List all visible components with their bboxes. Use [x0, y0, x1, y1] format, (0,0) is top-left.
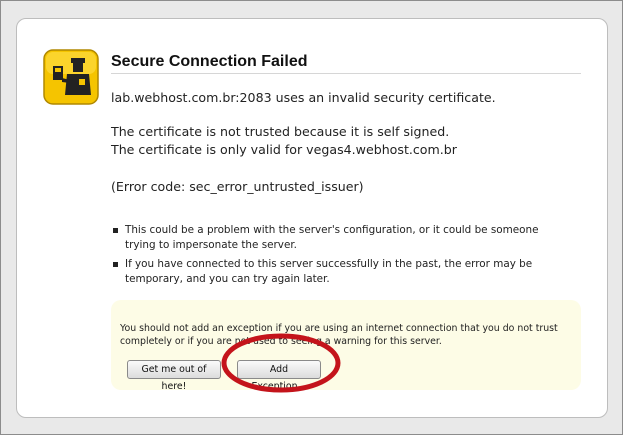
window-frame: Secure Connection Failed lab.webhost.com… — [0, 0, 623, 435]
get-me-out-button[interactable]: Get me out of here! — [127, 360, 221, 392]
certificate-details: The certificate is not trusted because i… — [111, 123, 457, 159]
list-item-text: This could be a problem with the server'… — [125, 224, 539, 251]
invalid-certificate-text: lab.webhost.com.br:2083 uses an invalid … — [111, 90, 496, 105]
title-divider — [111, 73, 581, 74]
explanation-list: This could be a problem with the server'… — [111, 223, 551, 291]
square-bullet-icon — [113, 228, 118, 233]
square-bullet-icon — [113, 262, 118, 267]
only-valid-text: The certificate is only valid for vegas4… — [111, 142, 457, 157]
exception-warning-box: You should not add an exception if you a… — [111, 300, 581, 392]
security-officer-icon — [43, 49, 99, 105]
page-title: Secure Connection Failed — [111, 53, 308, 70]
list-item: If you have connected to this server suc… — [111, 257, 551, 287]
error-panel: Secure Connection Failed lab.webhost.com… — [16, 18, 608, 418]
list-item-text: If you have connected to this server suc… — [125, 258, 533, 285]
list-item: This could be a problem with the server'… — [111, 223, 551, 253]
not-trusted-text: The certificate is not trusted because i… — [111, 124, 450, 139]
error-code-text: (Error code: sec_error_untrusted_issuer) — [111, 179, 364, 194]
exception-warning-text: You should not add an exception if you a… — [120, 323, 558, 347]
add-exception-button[interactable]: Add Exception... — [237, 360, 321, 392]
